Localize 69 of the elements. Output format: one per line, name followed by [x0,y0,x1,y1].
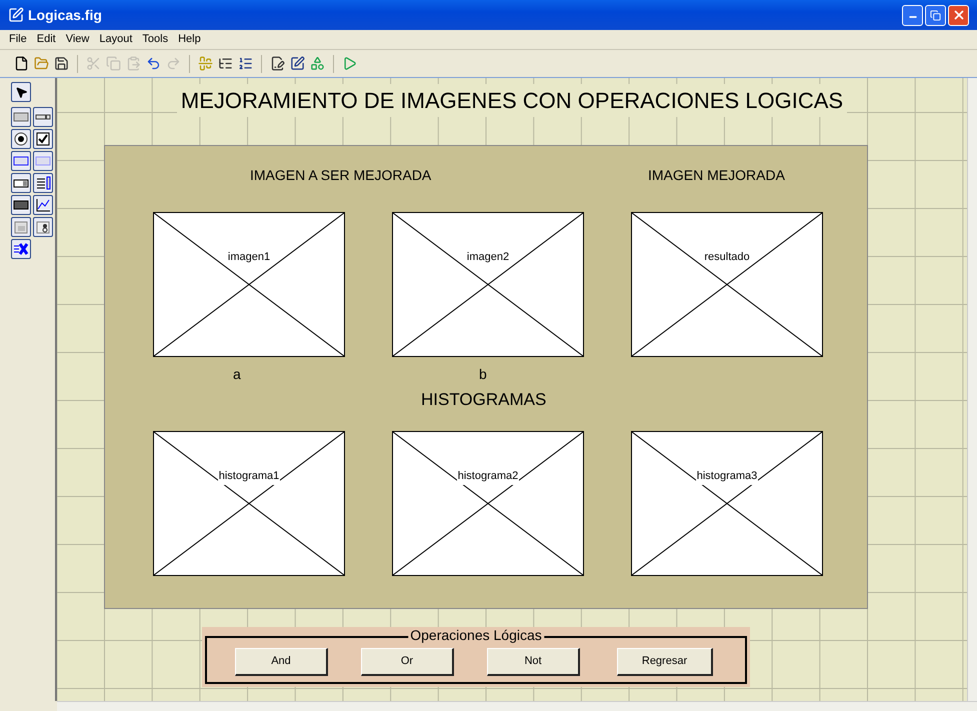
axes-tag: imagen1 [226,249,272,266]
menu-item[interactable]: View [60,31,94,48]
run-icon[interactable] [342,56,357,71]
menu-item[interactable]: Layout [94,31,138,48]
menu-item[interactable]: Edit [32,31,61,48]
figure-title: MEJORAMIENTO DE IMAGENES CON OPERACIONES LOGICAS [176,84,848,117]
panel-label: IMAGEN A SER MEJORADA [250,166,432,185]
diagonal-lines-icon [154,213,344,356]
axes-placeholder[interactable]: histograma2 [392,431,584,576]
radio-icon[interactable] [11,129,31,149]
axes-tag: histograma1 [218,468,280,484]
push-button[interactable]: And [235,648,328,676]
inspector-icon[interactable] [290,56,305,71]
menu-item[interactable]: File [4,31,32,48]
activex-icon[interactable] [11,239,31,259]
popup-menu-icon[interactable] [11,173,31,193]
pushbutton-icon[interactable] [11,107,31,127]
taborder-icon[interactable] [238,56,253,71]
button-group-panel[interactable]: Operaciones Lógicas And Or Not Regresar [202,627,750,687]
axes-placeholder[interactable]: imagen2 [392,212,584,357]
window-title: Logicas.fig [28,6,102,25]
diagonal-lines-icon [632,213,822,356]
axes-placeholder[interactable]: histograma3 [631,431,823,576]
heading: HISTOGRAMAS [421,389,546,411]
axes-icon[interactable] [33,195,53,215]
restore-icon [930,10,941,20]
menu-item[interactable]: Tools [137,31,174,48]
axes-placeholder[interactable]: imagen1 [153,212,345,357]
panel-icon[interactable] [11,217,31,237]
diagonal-lines-icon [393,432,583,575]
button-group-icon[interactable] [33,217,53,237]
slider-icon[interactable] [33,107,53,127]
axes-placeholder[interactable]: histograma1 [153,431,345,576]
horizontal-scrollbar[interactable] [57,701,977,711]
listbox-icon[interactable] [33,173,53,193]
axes-tag: histograma2 [456,468,520,484]
editor-icon[interactable] [270,56,285,71]
axes-tag: imagen2 [466,249,510,266]
push-button[interactable]: Regresar [617,648,713,676]
caption: a [233,365,241,384]
axes-tag: histograma3 [696,468,758,484]
close-icon [952,8,966,22]
menu-icon[interactable] [218,56,233,71]
toggle-icon[interactable] [11,195,31,215]
diagonal-lines-icon [632,432,822,575]
diagonal-lines-icon [393,213,583,356]
menu-item[interactable]: Help [173,31,206,48]
caption: b [479,365,487,384]
checkbox-icon[interactable] [33,129,53,149]
diagonal-lines-icon [154,432,344,575]
browser-icon[interactable] [310,56,325,71]
push-button[interactable]: Or [361,648,454,676]
panel[interactable]: IMAGEN A SER MEJORADA IMAGEN MEJORADA imagen1 imagen2 resultado histograma1 histograma2 histograma3 a b HISTOGRAMAS [104,145,868,609]
panel-label: IMAGEN MEJORADA [648,166,785,185]
static-text-icon[interactable] [33,151,53,171]
close-button[interactable] [948,4,969,26]
group-title: Operaciones Lógicas [408,627,544,643]
axes-placeholder[interactable]: resultado [631,212,823,357]
edit-text-icon[interactable] [11,151,31,171]
restore-button[interactable] [925,4,946,26]
figure-icon [8,7,24,23]
open-icon[interactable] [34,56,49,71]
minimize-button[interactable] [902,4,923,26]
select-pointer-icon[interactable] [11,82,31,102]
push-button[interactable]: Not [487,648,580,676]
undo-icon[interactable] [146,56,161,71]
new-icon[interactable] [14,56,29,71]
save-icon[interactable] [54,56,69,71]
vertical-scrollbar[interactable] [967,78,977,701]
